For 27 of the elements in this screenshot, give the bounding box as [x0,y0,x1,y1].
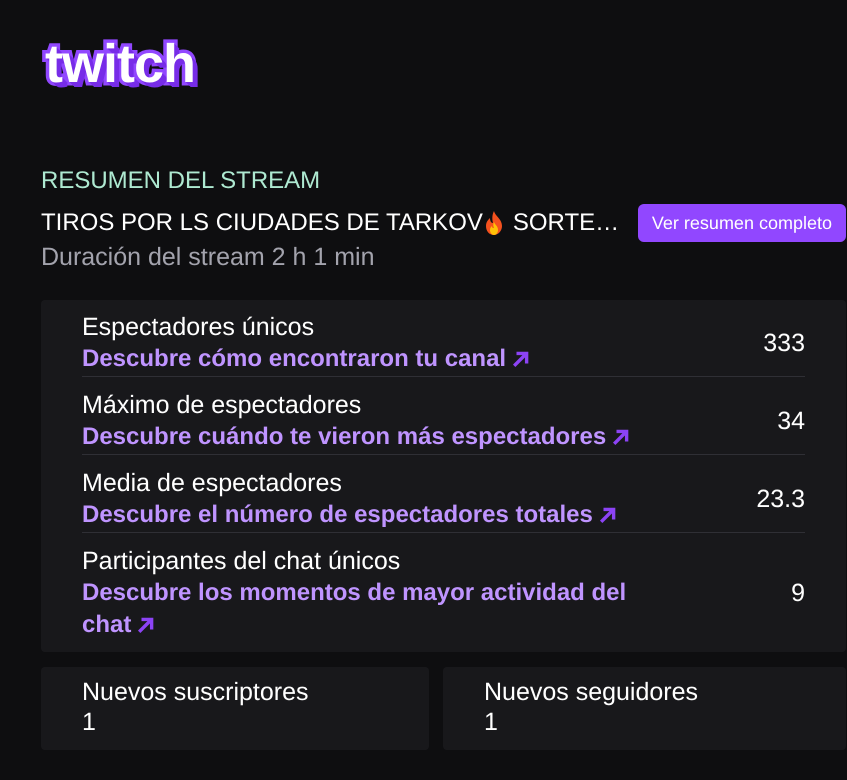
insight-link[interactable]: Descubre los momentos de mayor actividad del chat [82,577,672,641]
total-value: 1 [82,707,97,737]
external-arrow-icon [137,616,156,634]
stat-value: 9 [791,578,805,608]
external-arrow-icon [598,506,617,524]
stream-title: SORTE… [512,208,620,238]
external-arrow-icon [612,428,630,446]
stat-value: 34 [777,406,805,436]
section-heading: RESUMEN DEL STREAM [41,166,322,196]
stat-label: Máximo de espectadores [82,390,362,421]
total-label: Nuevos suscriptores [82,677,310,707]
stream-duration: Duración del stream 2 h 1 min [41,242,376,272]
stat-value: 333 [763,328,805,358]
external-arrow-icon [512,350,530,368]
fire-icon [484,211,504,235]
logo-wordmark: twitch [44,36,196,96]
stat-label: Participantes del chat únicos [82,546,402,577]
insight-link[interactable]: Descubre el número de espectadores totales [82,499,617,531]
stat-label: Media de espectadores [82,468,343,499]
total-label: Nuevos seguidores [484,677,700,707]
stream-title: TIROS POR LS CIUDADES DE TARKOV [41,208,483,238]
insight-link[interactable]: Descubre cómo encontraron tu canal [82,343,530,375]
total-value: 1 [484,707,499,737]
stat-label: Espectadores únicos [82,312,316,343]
view-summary-button[interactable]: Ver resumen completo [638,204,846,242]
insight-link[interactable]: Descubre cuándo te vieron más espectadores [82,421,630,453]
stat-value: 23.3 [756,484,805,514]
